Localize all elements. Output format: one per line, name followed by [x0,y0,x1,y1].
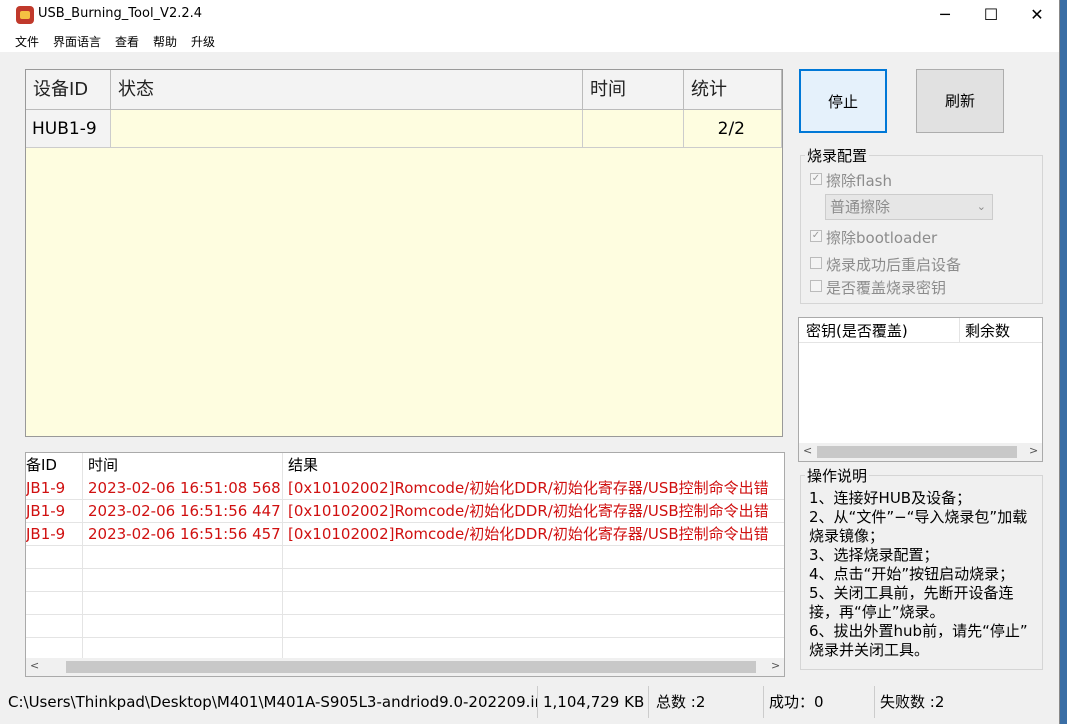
title-bar: USB_Burning_Tool_V2.2.4 ─ ☐ ✕ [0,0,1059,30]
reboot-after-label: 烧录成功后重启设备 [826,256,962,274]
log-result: [0x10102002]Romcode/初始化DDR/初始化寄存器/USB控制命… [288,502,769,520]
instruction-line: 6、拔出外置hub前，请先“停止” [809,622,1028,640]
overwrite-key-label: 是否覆盖烧录密钥 [826,279,947,297]
status-total: 总数 :2 [656,686,764,718]
log-row-empty [26,546,784,569]
close-button[interactable]: ✕ [1014,0,1059,30]
status-image-path: C:\Users\Thinkpad\Desktop\M401\M401A-S90… [8,686,538,718]
erase-flash-checkbox[interactable]: ✓ [810,173,822,185]
log-time: 2023-02-06 16:51:56 457 [88,525,281,543]
instruction-line: 4、点击“开始”按钮启动烧录； [809,565,1015,583]
log-id: JB1-9 [26,502,66,520]
device-status-cell[interactable] [111,110,583,148]
menu-language[interactable]: 界面语言 [53,33,101,50]
log-row-empty [26,569,784,592]
reboot-after-checkbox[interactable] [810,257,822,269]
erase-bootloader-checkbox[interactable]: ✓ [810,230,822,242]
menu-help[interactable]: 帮助 [153,33,177,50]
scroll-right-icon[interactable]: > [771,659,780,672]
instructions-label: 操作说明 [805,465,870,486]
log-header-time[interactable]: 时间 [88,453,118,477]
device-grid[interactable]: 设备ID 状态 时间 统计 HUB1-9 2/2 [25,69,783,437]
window-title: USB_Burning_Tool_V2.2.4 [38,6,203,21]
chevron-down-icon: ⌄ [976,200,986,213]
instruction-line: 接，再“停止”烧录。 [809,603,945,621]
status-file-size: 1,104,729 KB [543,686,649,718]
instruction-line: 烧录并关闭工具。 [809,641,930,659]
minimize-button[interactable]: ─ [922,0,968,30]
instruction-line: 烧录镜像； [809,527,885,545]
grid-header-count[interactable]: 统计 [684,70,782,110]
scroll-right-icon[interactable]: > [1029,444,1038,457]
refresh-button[interactable]: 刷新 [916,69,1004,133]
grid-header-time[interactable]: 时间 [583,70,684,110]
log-horizontal-scrollbar[interactable]: < > [26,658,784,676]
status-bar: C:\Users\Thinkpad\Desktop\M401\M401A-S90… [0,686,1059,724]
app-window: USB_Burning_Tool_V2.2.4 ─ ☐ ✕ 文件 界面语言 查看… [0,0,1060,724]
log-row-empty [26,615,784,638]
device-count-cell[interactable]: 2/2 [684,110,782,148]
scroll-left-icon[interactable]: < [30,659,39,672]
status-success: 成功：0 [769,686,875,718]
erase-mode-select[interactable]: 普通擦除 ⌄ [825,194,993,220]
burn-config-label: 烧录配置 [805,145,870,166]
log-time: 2023-02-06 16:51:08 568 [88,479,281,497]
erase-flash-label: 擦除flash [826,172,892,190]
instruction-line: 1、连接好HUB及设备； [809,489,972,507]
app-icon [16,6,34,24]
key-header-remaining[interactable]: 剩余数 [965,320,1010,341]
instruction-line: 3、选择烧录配置； [809,546,939,564]
key-list-scrollbar[interactable]: < > [799,443,1042,461]
log-id: JB1-9 [26,479,66,497]
log-row[interactable]: JB1-9 2023-02-06 16:51:08 568 [0x1010200… [26,477,784,500]
erase-mode-value: 普通擦除 [830,198,891,216]
menu-view[interactable]: 查看 [115,33,139,50]
instruction-line: 5、关闭工具前，先断开设备连 [809,584,1014,602]
grid-header-status[interactable]: 状态 [111,70,583,110]
overwrite-key-checkbox[interactable] [810,280,822,292]
scroll-thumb[interactable] [817,446,1017,458]
log-row[interactable]: JB1-9 2023-02-06 16:51:56 457 [0x1010200… [26,523,784,546]
key-list[interactable]: 密钥(是否覆盖) 剩余数 < > [798,317,1043,462]
device-time-cell[interactable] [583,110,684,148]
maximize-button[interactable]: ☐ [968,0,1014,30]
log-row[interactable]: JB1-9 2023-02-06 16:51:56 447 [0x1010200… [26,500,784,523]
key-header-key[interactable]: 密钥(是否覆盖) [806,320,908,341]
erase-bootloader-label: 擦除bootloader [826,229,938,247]
menu-file[interactable]: 文件 [15,33,39,50]
log-time: 2023-02-06 16:51:56 447 [88,502,281,520]
log-result: [0x10102002]Romcode/初始化DDR/初始化寄存器/USB控制命… [288,479,769,497]
log-header-id[interactable]: 备ID [26,453,57,477]
column-divider [959,318,960,342]
status-fail: 失败数 :2 [880,693,945,711]
log-row-empty [26,592,784,615]
grid-header-device-id[interactable]: 设备ID [26,70,111,110]
stop-button[interactable]: 停止 [799,69,887,133]
scroll-thumb[interactable] [66,661,756,673]
log-result: [0x10102002]Romcode/初始化DDR/初始化寄存器/USB控制命… [288,525,769,543]
log-header-result[interactable]: 结果 [288,453,318,477]
device-id-cell[interactable]: HUB1-9 [26,110,111,148]
log-list[interactable]: 备ID 时间 结果 JB1-9 2023-02-06 16:51:08 568 … [25,452,785,677]
scroll-left-icon[interactable]: < [803,444,812,457]
instruction-line: 2、从“文件”−“导入烧录包”加载 [809,508,1028,526]
menu-upgrade[interactable]: 升级 [191,33,215,50]
log-id: JB1-9 [26,525,66,543]
